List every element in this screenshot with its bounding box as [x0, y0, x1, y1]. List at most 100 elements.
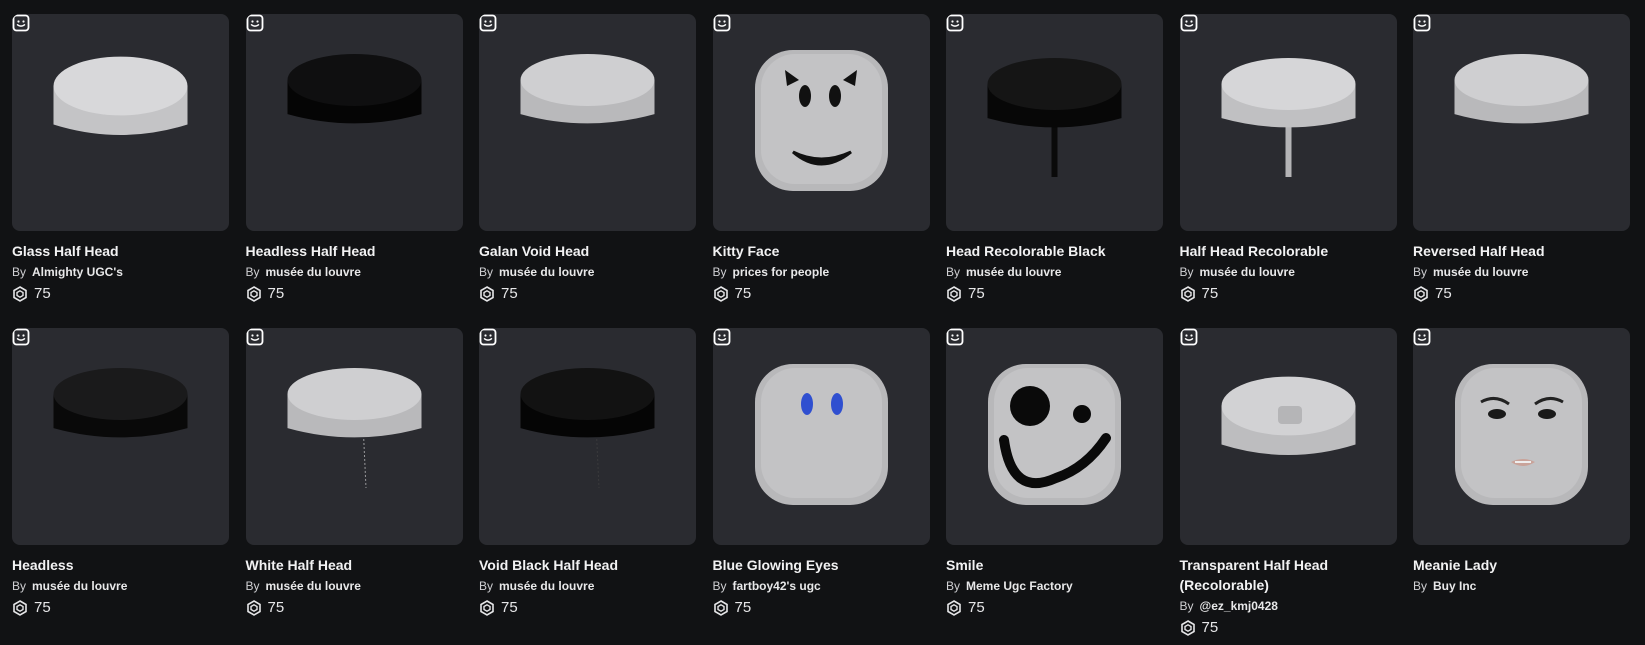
item-creator: By musée du louvre	[12, 577, 229, 595]
item-name[interactable]: Headless	[12, 555, 229, 575]
item-thumbnail[interactable]	[245, 328, 463, 545]
catalog-item-card[interactable]: Glass Half Head By Almighty UGC's 75	[12, 14, 229, 328]
creator-name[interactable]: prices for people	[733, 265, 830, 279]
item-name[interactable]: Headless Half Head	[246, 241, 463, 261]
item-thumbnail[interactable]	[12, 328, 229, 545]
item-creator: By prices for people	[713, 263, 930, 281]
item-name[interactable]: Blue Glowing Eyes	[713, 555, 930, 575]
catalog-item-card[interactable]: Headless By musée du louvre 75	[12, 328, 229, 628]
item-creator: By musée du louvre	[246, 263, 463, 281]
creator-name[interactable]: musée du louvre	[1200, 265, 1295, 279]
robux-icon	[947, 286, 961, 302]
item-name[interactable]: Kitty Face	[713, 241, 930, 261]
item-price: 75	[1413, 284, 1630, 304]
item-creator: By Buy Inc	[1413, 577, 1630, 595]
item-thumbnail-image	[754, 364, 888, 505]
creator-name[interactable]: Buy Inc	[1433, 579, 1476, 593]
item-name[interactable]: Half Head Recolorable	[1180, 241, 1397, 261]
item-price: 75	[946, 598, 1163, 618]
head-category-icon	[1413, 328, 1431, 346]
price-value: 75	[501, 285, 518, 302]
creator-name[interactable]: musée du louvre	[266, 265, 361, 279]
item-price: 75	[1180, 618, 1397, 638]
item-thumbnail[interactable]	[712, 14, 930, 231]
item-thumbnail[interactable]	[946, 14, 1163, 231]
catalog-item-card[interactable]: Blue Glowing Eyes By fartboy42's ugc 75	[712, 328, 930, 628]
creator-name[interactable]: @ez_kmj0428	[1200, 599, 1278, 613]
item-name[interactable]: Smile	[946, 555, 1163, 575]
price-value: 75	[1201, 619, 1219, 636]
catalog-item-card[interactable]: Void Black Half Head By musée du louvre 7…	[479, 328, 696, 628]
item-thumbnail-image	[1454, 53, 1589, 124]
item-thumbnail[interactable]	[245, 14, 463, 231]
by-label: By	[1179, 599, 1194, 613]
creator-name[interactable]: fartboy42's ugc	[733, 579, 821, 593]
robux-icon	[246, 286, 261, 302]
item-creator: By fartboy42's ugc	[713, 577, 930, 595]
robux-icon	[480, 600, 494, 616]
item-thumbnail[interactable]	[712, 328, 930, 545]
by-label: By	[12, 265, 27, 279]
item-thumbnail-image	[53, 367, 188, 438]
creator-name[interactable]: Meme Ugc Factory	[966, 579, 1073, 593]
by-label: By	[946, 265, 961, 279]
item-thumbnail-image	[987, 57, 1122, 177]
item-creator: By Meme Ugc Factory	[946, 577, 1163, 595]
item-price: 75	[946, 284, 1163, 304]
creator-name[interactable]: musée du louvre	[499, 579, 594, 593]
by-label: By	[12, 579, 27, 593]
robux-icon	[947, 600, 961, 616]
catalog-item-card[interactable]: Head Recolorable Black By musée du louvre…	[946, 14, 1163, 328]
catalog-item-card[interactable]: White Half Head By musée du louvre 75	[245, 328, 463, 628]
price-value: 75	[1435, 285, 1452, 302]
catalog-item-card[interactable]: Headless Half Head By musée du louvre 75	[245, 14, 463, 328]
item-thumbnail-image	[53, 56, 188, 135]
robux-icon	[1180, 620, 1195, 636]
creator-name[interactable]: musée du louvre	[32, 579, 127, 593]
item-name[interactable]: Glass Half Head	[12, 241, 229, 261]
item-price: 75	[246, 598, 463, 618]
item-name[interactable]: Void Black Half Head	[479, 555, 696, 575]
item-name[interactable]: Reversed Half Head	[1413, 241, 1630, 261]
price-value: 75	[34, 599, 51, 616]
creator-name[interactable]: Almighty UGC's	[32, 265, 123, 279]
catalog-item-card[interactable]: Transparent Half Head (Recolorable) By @e…	[1179, 328, 1397, 636]
creator-name[interactable]: musée du louvre	[499, 265, 594, 279]
robux-icon	[13, 286, 27, 302]
robux-icon	[713, 600, 728, 616]
item-price: 75	[713, 598, 930, 618]
creator-name[interactable]: musée du louvre	[1433, 265, 1528, 279]
item-thumbnail[interactable]	[946, 328, 1163, 545]
item-thumbnail[interactable]	[479, 328, 696, 545]
catalog-item-card[interactable]: Galan Void Head By musée du louvre 75	[479, 14, 696, 328]
item-price: 75	[479, 284, 696, 304]
catalog-item-card[interactable]: Smile By Meme Ugc Factory 75	[946, 328, 1163, 628]
head-category-icon	[246, 14, 263, 32]
item-name[interactable]: Galan Void Head	[479, 241, 696, 261]
item-thumbnail[interactable]	[1179, 14, 1397, 231]
creator-name[interactable]: musée du louvre	[266, 579, 361, 593]
item-price: 75	[12, 284, 229, 304]
item-creator: By musée du louvre	[246, 577, 463, 595]
catalog-item-card[interactable]: Kitty Face By prices for people 75	[712, 14, 930, 328]
item-name[interactable]: Transparent Half Head (Recolorable)	[1180, 555, 1397, 595]
creator-name[interactable]: musée du louvre	[966, 265, 1061, 279]
item-name[interactable]: Head Recolorable Black	[946, 241, 1163, 261]
item-thumbnail[interactable]	[1413, 14, 1630, 231]
item-thumbnail-image	[1221, 57, 1355, 177]
head-category-icon	[1180, 14, 1197, 32]
item-name[interactable]: White Half Head	[246, 555, 463, 575]
item-thumbnail[interactable]	[1179, 328, 1397, 545]
item-thumbnail[interactable]	[12, 14, 229, 231]
robux-icon	[13, 600, 27, 616]
item-thumbnail[interactable]	[479, 14, 696, 231]
catalog-item-card[interactable]: Half Head Recolorable By musée du louvre …	[1179, 14, 1397, 328]
item-thumbnail[interactable]	[1413, 328, 1630, 545]
item-price: 75	[479, 598, 696, 618]
catalog-item-card[interactable]: Meanie Lady By Buy Inc	[1413, 328, 1630, 628]
item-thumbnail-image	[287, 367, 421, 489]
catalog-item-card[interactable]: Reversed Half Head By musée du louvre 75	[1413, 14, 1630, 328]
item-name[interactable]: Meanie Lady	[1413, 555, 1630, 575]
robux-icon	[713, 286, 728, 302]
head-category-icon	[946, 328, 964, 346]
